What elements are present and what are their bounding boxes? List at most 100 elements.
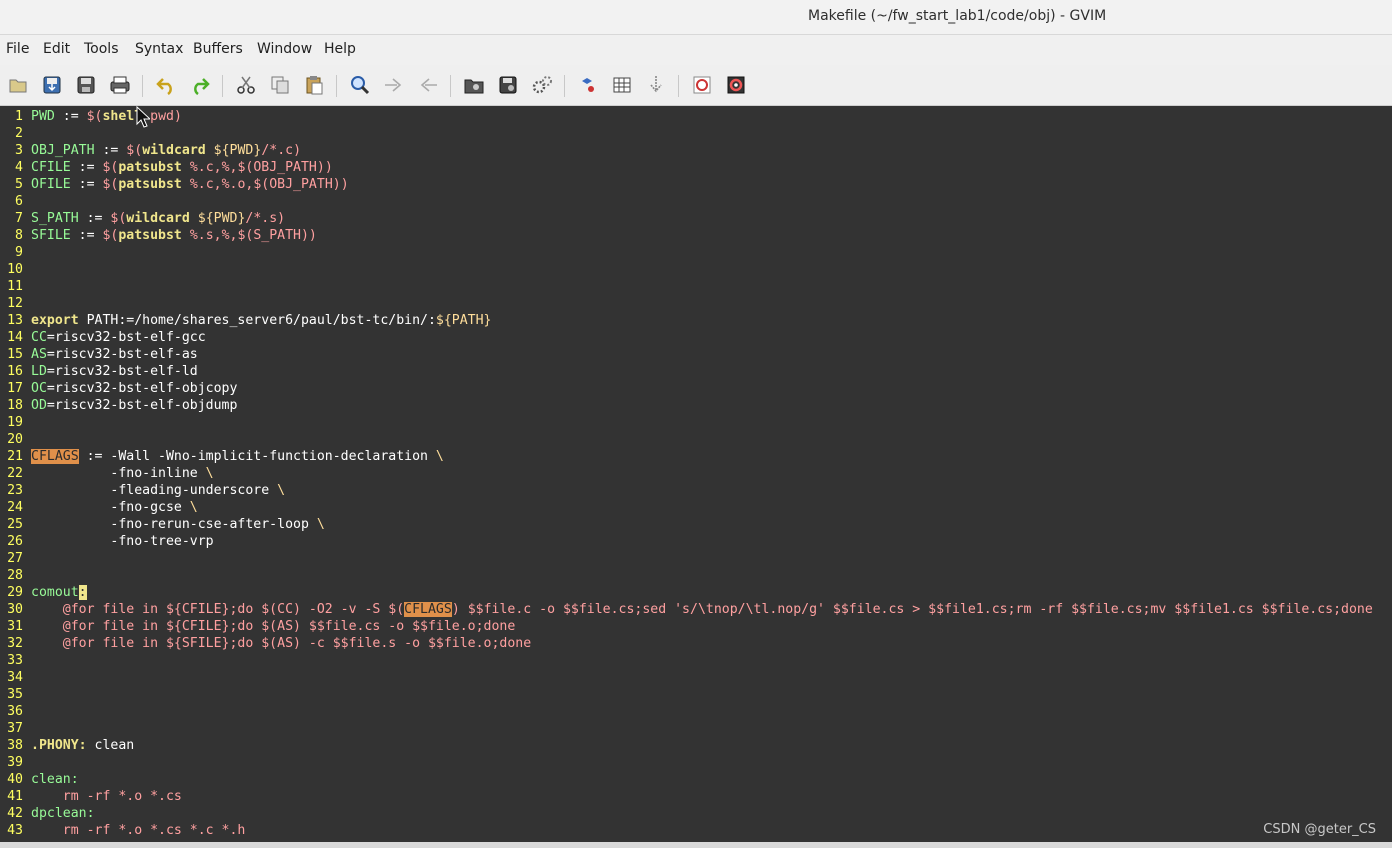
code-token: ${PATH} [435,313,492,328]
undo-icon[interactable] [154,73,178,97]
code-line[interactable]: 12 [0,295,1392,312]
line-number: 28 [7,568,23,583]
code-line[interactable]: 10 [0,261,1392,278]
code-text: AS=riscv32-bst-elf-as [31,346,198,363]
code-token: -fno-gcse [31,500,190,515]
line-number: 35 [7,687,23,702]
build-tags-icon[interactable] [610,73,634,97]
code-line[interactable]: 20 [0,431,1392,448]
find-help-icon[interactable] [724,73,748,97]
line-number: 39 [7,755,23,770]
code-text: OBJ_PATH := $(wildcard ${PWD}/*.c) [31,142,301,159]
code-token: dpclean: [31,806,95,821]
code-token: := [94,143,127,158]
code-line[interactable]: 7 S_PATH := $(wildcard ${PWD}/*.s) [0,210,1392,227]
save-icon[interactable] [40,73,64,97]
code-line[interactable]: 27 [0,550,1392,567]
line-number: 23 [7,483,23,498]
line-number: 8 [15,228,23,243]
line-number: 13 [7,313,23,328]
code-line[interactable]: 31 @for file in ${CFILE};do $(AS) $$file… [0,618,1392,635]
line-number: 33 [7,653,23,668]
code-text: @for file in ${CFILE};do $(AS) $$file.cs… [31,618,516,635]
code-line[interactable]: 32 @for file in ${SFILE};do $(AS) -c $$f… [0,635,1392,652]
copy-icon[interactable] [268,73,292,97]
paste-icon[interactable] [302,73,326,97]
editor-area[interactable]: 1 PWD := $(shell pwd) 2 3 OBJ_PATH := $(wild… [0,106,1392,842]
menu-window[interactable]: Window [257,41,312,57]
code-line[interactable]: 42 dpclean: [0,805,1392,822]
line-number: 5 [15,177,23,192]
code-text: OC=riscv32-bst-elf-objcopy [31,380,237,397]
code-line[interactable]: 41 rm -rf *.o *.cs [0,788,1392,805]
code-token: =riscv32-bst-elf-ld [46,364,198,379]
line-number: 2 [15,126,23,141]
code-text: -fno-inline \ [31,465,214,482]
find-next-icon[interactable] [382,73,406,97]
code-line[interactable]: 26 -fno-tree-vrp [0,533,1392,550]
cut-icon[interactable] [234,73,258,97]
code-token: OD [31,398,47,413]
save-session-icon[interactable] [496,73,520,97]
code-line[interactable]: 43 rm -rf *.o *.cs *.c *.h [0,822,1392,839]
code-line[interactable]: 6 [0,193,1392,210]
menu-buffers[interactable]: Buffers [193,41,243,57]
code-line[interactable]: 4 CFILE := $(patsubst %.c,%,$(OBJ_PATH)) [0,159,1392,176]
load-session-icon[interactable] [462,73,486,97]
jump-tag-icon[interactable] [644,73,668,97]
print-icon[interactable] [108,73,132,97]
redo-icon[interactable] [188,73,212,97]
menu-syntax[interactable]: Syntax [135,41,183,57]
code-line[interactable]: 29 comout: [0,584,1392,601]
code-line[interactable]: 24 -fno-gcse \ [0,499,1392,516]
code-line[interactable]: 19 [0,414,1392,431]
make-icon[interactable] [576,73,600,97]
code-line[interactable]: 37 [0,720,1392,737]
code-line[interactable]: 2 [0,125,1392,142]
code-line[interactable]: 39 [0,754,1392,771]
code-line[interactable]: 9 [0,244,1392,261]
code-line[interactable]: 3 OBJ_PATH := $(wildcard ${PWD}/*.c) [0,142,1392,159]
code-line[interactable]: 16 LD=riscv32-bst-elf-ld [0,363,1392,380]
code-token: $( [86,109,103,124]
code-line[interactable]: 40 clean: [0,771,1392,788]
code-line[interactable]: 17 OC=riscv32-bst-elf-objcopy [0,380,1392,397]
code-text: -fno-tree-vrp [31,533,213,550]
code-token: =riscv32-bst-elf-objcopy [46,381,238,396]
open-icon[interactable] [6,73,30,97]
code-text: .PHONY: clean [31,737,134,754]
menu-file[interactable]: File [6,41,29,57]
code-line[interactable]: 8 SFILE := $(patsubst %.s,%,$(S_PATH)) [0,227,1392,244]
code-line[interactable]: 23 -fleading-underscore \ [0,482,1392,499]
menu-help[interactable]: Help [324,41,356,57]
code-line[interactable]: 1 PWD := $(shell pwd) [0,108,1392,125]
code-token: \ [205,466,214,481]
code-token: := [54,109,87,124]
code-line[interactable]: 25 -fno-rerun-cse-after-loop \ [0,516,1392,533]
save-all-icon[interactable] [74,73,98,97]
code-token: wildcard [142,143,206,158]
menu-tools[interactable]: Tools [84,41,119,57]
code-text: comout: [31,584,87,601]
code-line[interactable]: 36 [0,703,1392,720]
help-icon[interactable] [690,73,714,97]
code-line[interactable]: 35 [0,686,1392,703]
code-line[interactable]: 38 .PHONY: clean [0,737,1392,754]
code-line[interactable]: 34 [0,669,1392,686]
menu-edit[interactable]: Edit [43,41,70,57]
find-prev-icon[interactable] [416,73,440,97]
code-line[interactable]: 14 CC=riscv32-bst-elf-gcc [0,329,1392,346]
run-script-icon[interactable] [530,73,554,97]
code-line[interactable]: 11 [0,278,1392,295]
code-line[interactable]: 22 -fno-inline \ [0,465,1392,482]
code-line[interactable]: 18 OD=riscv32-bst-elf-objdump [0,397,1392,414]
code-line[interactable]: 15 AS=riscv32-bst-elf-as [0,346,1392,363]
code-line[interactable]: 5 OFILE := $(patsubst %.c,%.o,$(OBJ_PATH)… [0,176,1392,193]
code-line[interactable]: 28 [0,567,1392,584]
code-line[interactable]: 33 [0,652,1392,669]
find-replace-icon[interactable] [348,73,372,97]
code-line[interactable]: 21 CFLAGS := -Wall -Wno-implicit-function… [0,448,1392,465]
code-line[interactable]: 13 export PATH:=/home/shares_server6/paul… [0,312,1392,329]
code-line[interactable]: 30 @for file in ${CFILE};do $(CC) -O2 -v… [0,601,1392,618]
